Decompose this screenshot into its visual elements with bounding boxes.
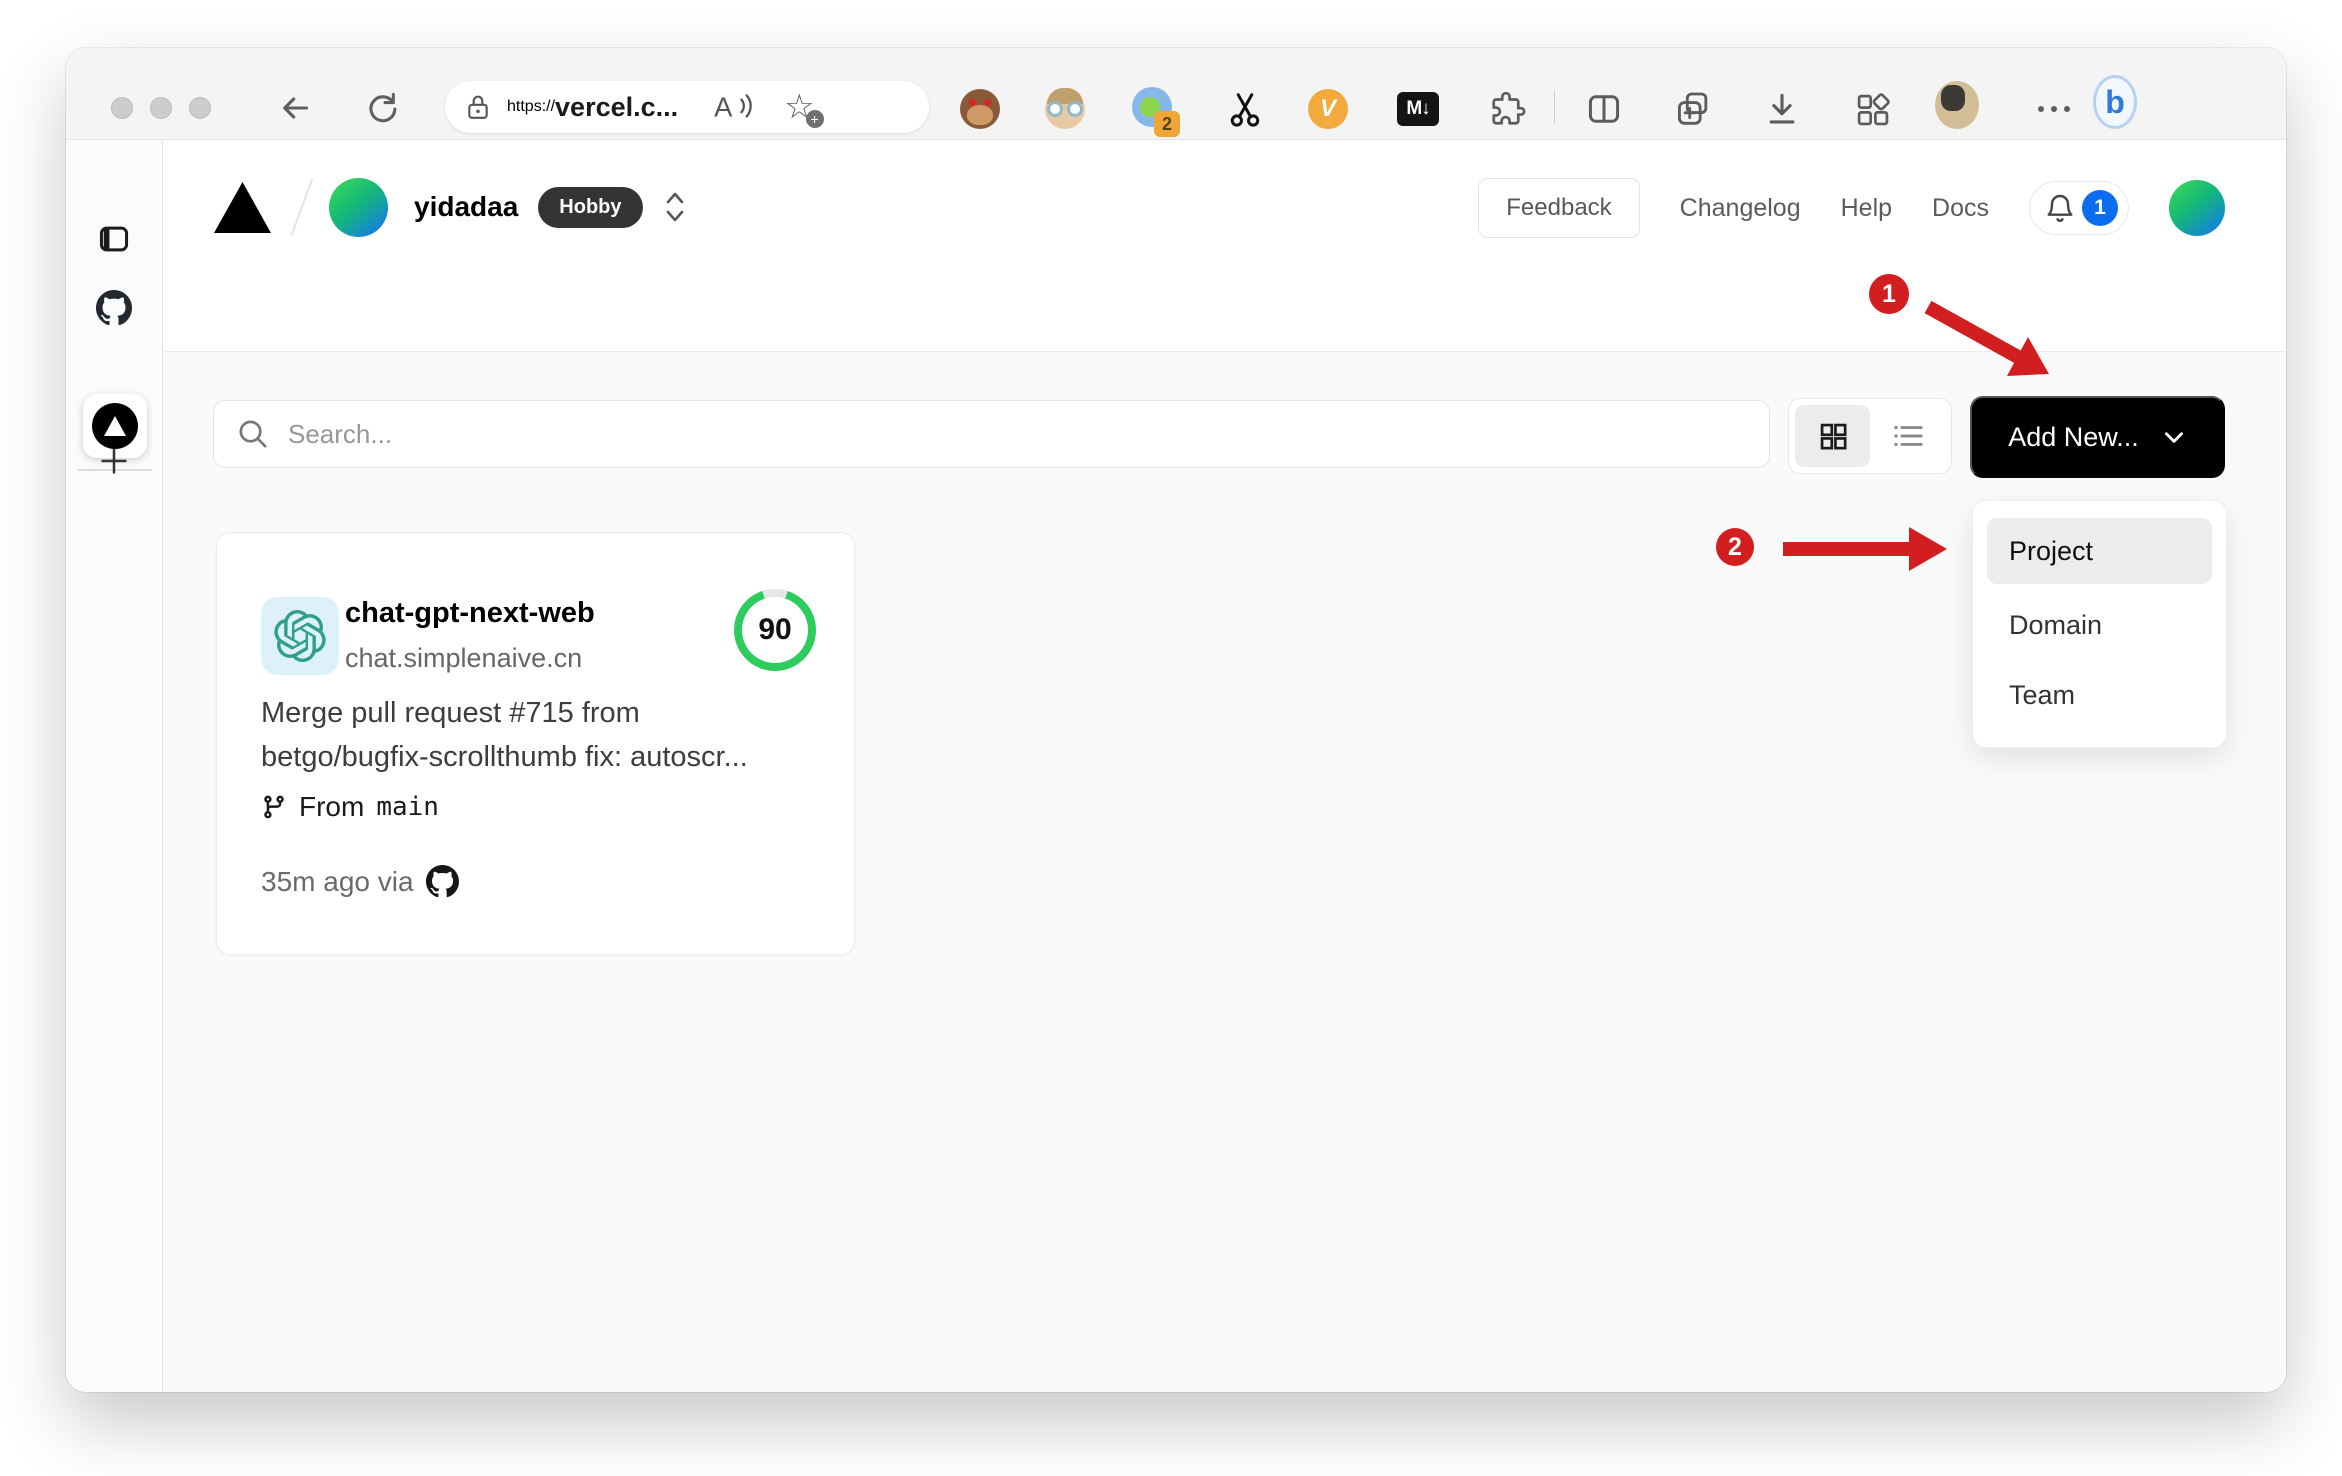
downloads-icon[interactable] [1760,87,1804,131]
add-new-button[interactable]: Add New... [1970,396,2225,478]
favorite-plus-badge: + [805,110,824,128]
link-docs[interactable]: Docs [1932,194,1989,223]
url-host: vercel.c... [555,91,679,122]
toolbar-divider [1554,90,1555,124]
project-domain[interactable]: chat.simplenaive.cn [345,643,582,674]
search-input[interactable] [288,418,1747,450]
refresh-icon[interactable] [364,90,400,126]
notification-count-badge: 1 [2082,190,2118,226]
project-logo-tile [261,597,339,675]
branch-row: From main [261,791,439,823]
project-name[interactable]: chat-gpt-next-web [345,597,595,630]
team-name: yidadaa [414,191,519,222]
search-icon [239,420,267,448]
team-avatar[interactable] [329,177,388,237]
add-new-label: Add New... [2008,421,2139,452]
split-screen-icon[interactable] [1582,87,1626,131]
dropdown-item-project[interactable]: Project [1987,518,2212,584]
apps-grid-icon[interactable] [1850,87,1894,131]
view-toggle [1788,398,1952,474]
lock-icon [468,95,488,119]
extension-v-icon[interactable]: V [1306,87,1350,131]
dropdown-item-domain[interactable]: Domain [1987,590,2212,660]
commit-message[interactable]: Merge pull request #715 from betgo/bugfi… [261,691,801,779]
back-icon[interactable] [277,90,313,126]
sidebar-panel-toggle-icon[interactable] [98,223,130,255]
url-scheme: https:// [507,98,556,115]
deployment-meta: 35m ago via [261,865,459,898]
extensions-puzzle-icon[interactable] [1486,87,1530,131]
extension-badge-count: 2 [1154,111,1180,137]
github-icon [425,865,459,898]
add-new-dropdown: Project Domain Team [1972,500,2227,748]
list-view-button[interactable] [1870,405,1945,467]
link-help[interactable]: Help [1841,194,1892,223]
header-actions: Feedback Changelog Help Docs 1 [1478,177,2225,239]
deployed-time: 35m ago via [261,865,414,897]
vercel-triangle-logo[interactable] [214,181,271,233]
link-changelog[interactable]: Changelog [1680,194,1801,223]
tab-github-icon[interactable] [96,290,132,326]
address-bar[interactable]: https://vercel.c... A ☆ + [445,81,929,133]
dropdown-item-team[interactable]: Team [1987,660,2212,730]
extension-translate-icon[interactable]: 2 [1132,87,1180,137]
svg-text:A: A [714,91,733,122]
chevron-down-icon [2164,432,2183,443]
browser-profile-avatar[interactable] [1935,81,1979,129]
browser-window: https://vercel.c... A ☆ + 2 V M↓ b yidad… [66,48,2286,1392]
bing-chat-icon[interactable]: b [2093,75,2137,129]
zoom-window-button[interactable] [189,97,211,119]
project-search[interactable] [213,400,1770,468]
branch-prefix: From [299,791,365,822]
collections-icon[interactable] [1671,87,1715,131]
minimize-window-button[interactable] [150,97,172,119]
git-branch-icon [264,795,284,819]
extension-tampermonkey-icon[interactable] [958,87,1002,131]
branch-name: main [376,792,439,822]
browser-toolbar: https://vercel.c... A ☆ + 2 V M↓ b [66,48,2286,140]
score-value: 90 [742,597,808,663]
vercel-logo-icon [92,403,138,449]
extension-scissors-icon[interactable] [1223,87,1267,131]
vertical-tab-strip [66,140,163,1392]
screen: https://vercel.c... A ☆ + 2 V M↓ b yidad… [0,0,2342,1476]
grid-view-icon [1820,423,1846,450]
vercel-header: yidadaa Hobby Feedback Changelog Help Do… [164,140,2286,439]
dashboard-content: Add New... Project Domain Team chat-gpt-… [164,352,2286,1392]
list-view-icon [1893,425,1923,447]
read-aloud-icon[interactable]: A [712,90,754,124]
user-avatar[interactable] [2169,180,2225,236]
project-card[interactable]: chat-gpt-next-web chat.simplenaive.cn 90… [216,532,855,955]
feedback-button[interactable]: Feedback [1478,178,1640,238]
annotation-step-1: 1 [1869,274,1909,314]
notifications-button[interactable]: 1 [2029,181,2129,235]
extension-markdown-icon[interactable]: M↓ [1396,87,1440,131]
scope-breadcrumb: yidadaa Hobby [214,177,687,237]
bell-icon [2047,194,2073,222]
grid-view-button[interactable] [1795,405,1870,467]
add-favorite-icon[interactable]: ☆ + [784,90,824,128]
plan-badge: Hobby [538,186,643,228]
close-window-button[interactable] [111,97,133,119]
more-menu-icon[interactable] [2032,87,2076,131]
breadcrumb-slash [290,178,314,236]
annotation-step-2: 2 [1716,528,1754,566]
extension-avatar-icon[interactable] [1043,87,1087,131]
new-tab-plus-icon[interactable] [98,445,130,477]
score-ring[interactable]: 90 [734,589,816,671]
scope-switcher-icon[interactable] [663,190,687,224]
openai-logo-icon [274,610,326,662]
